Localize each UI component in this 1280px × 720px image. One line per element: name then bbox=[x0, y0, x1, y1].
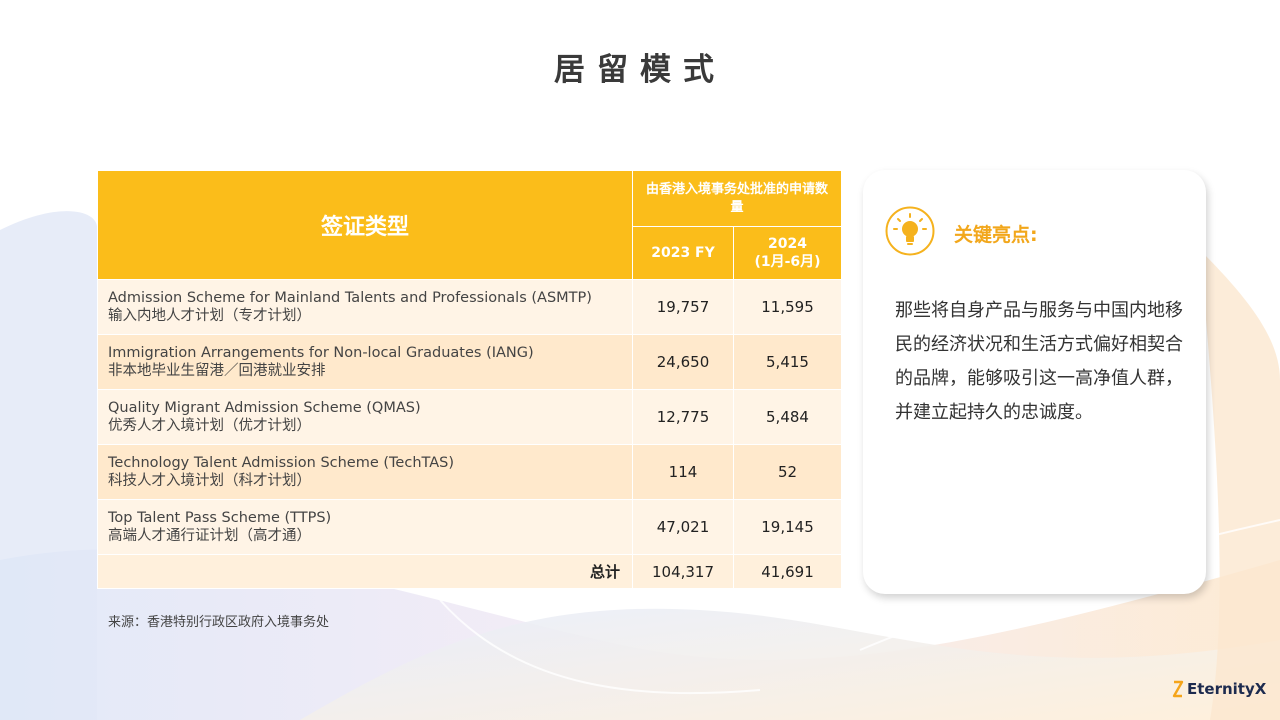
key-highlights-card: 关键亮点: 那些将自身产品与服务与中国内地移民的经济状况和生活方式偏好相契合的品… bbox=[863, 170, 1206, 594]
visa-name-en: Technology Talent Admission Scheme (Tech… bbox=[108, 455, 455, 471]
visa-name-zh: 输入内地人才计划（专才计划） bbox=[108, 308, 311, 324]
eternityx-logo-icon bbox=[1172, 680, 1184, 698]
value-2024: 5,484 bbox=[733, 389, 842, 445]
total-row: 总计 104,317 41,691 bbox=[97, 554, 842, 589]
value-2023: 47,021 bbox=[632, 499, 734, 555]
value-2023: 12,775 bbox=[632, 389, 734, 445]
table-row: Admission Scheme for Mainland Talents an… bbox=[97, 279, 842, 335]
page-title: 居留模式 bbox=[554, 52, 726, 88]
total-label: 总计 bbox=[97, 554, 633, 589]
value-2023: 114 bbox=[632, 444, 734, 500]
visa-name-zh: 优秀人才入境计划（优才计划） bbox=[108, 418, 311, 434]
value-2024: 19,145 bbox=[733, 499, 842, 555]
table-row: Top Talent Pass Scheme (TTPS) 高端人才通行证计划（… bbox=[97, 499, 842, 555]
value-2023: 24,650 bbox=[632, 334, 734, 390]
total-2024: 41,691 bbox=[733, 554, 842, 589]
value-2024: 52 bbox=[733, 444, 842, 500]
visa-table: 签证类型 由香港入境事务处批准的申请数量 2023 FY 2024 (1月-6月… bbox=[97, 170, 842, 589]
total-2023: 104,317 bbox=[632, 554, 734, 589]
visa-name-zh: 非本地毕业生留港／回港就业安排 bbox=[108, 363, 326, 379]
visa-name-cell: Technology Talent Admission Scheme (Tech… bbox=[97, 444, 633, 500]
visa-name-cell: Quality Migrant Admission Scheme (QMAS) … bbox=[97, 389, 633, 445]
visa-name-cell: Immigration Arrangements for Non-local G… bbox=[97, 334, 633, 390]
visa-name-en: Admission Scheme for Mainland Talents an… bbox=[108, 290, 592, 306]
lightbulb-icon bbox=[885, 206, 935, 256]
table-row: Technology Talent Admission Scheme (Tech… bbox=[97, 444, 842, 500]
table-row: Immigration Arrangements for Non-local G… bbox=[97, 334, 842, 390]
header-2024: 2024 (1月-6月) bbox=[733, 226, 842, 280]
header-2023: 2023 FY bbox=[632, 226, 734, 280]
visa-name-en: Quality Migrant Admission Scheme (QMAS) bbox=[108, 400, 421, 416]
source-note: 来源：香港特别行政区政府入境事务处 bbox=[108, 615, 330, 630]
visa-name-cell: Top Talent Pass Scheme (TTPS) 高端人才通行证计划（… bbox=[97, 499, 633, 555]
logo-text: EternityX bbox=[1187, 680, 1267, 698]
brand-logo: EternityX bbox=[1172, 680, 1266, 698]
value-2023: 19,757 bbox=[632, 279, 734, 335]
visa-name-zh: 科技人才入境计划（科才计划） bbox=[108, 473, 311, 489]
value-2024: 11,595 bbox=[733, 279, 842, 335]
card-body-text: 那些将自身产品与服务与中国内地移民的经济状况和生活方式偏好相契合的品牌，能够吸引… bbox=[895, 300, 1183, 423]
value-2024: 5,415 bbox=[733, 334, 842, 390]
visa-name-en: Immigration Arrangements for Non-local G… bbox=[108, 345, 534, 361]
header-approved-count: 由香港入境事务处批准的申请数量 bbox=[632, 170, 842, 227]
table-row: Quality Migrant Admission Scheme (QMAS) … bbox=[97, 389, 842, 445]
visa-name-cell: Admission Scheme for Mainland Talents an… bbox=[97, 279, 633, 335]
visa-name-en: Top Talent Pass Scheme (TTPS) bbox=[108, 510, 332, 526]
card-heading: 关键亮点: bbox=[954, 224, 1038, 246]
header-visa-type: 签证类型 bbox=[97, 170, 633, 280]
visa-name-zh: 高端人才通行证计划（高才通） bbox=[108, 528, 311, 544]
